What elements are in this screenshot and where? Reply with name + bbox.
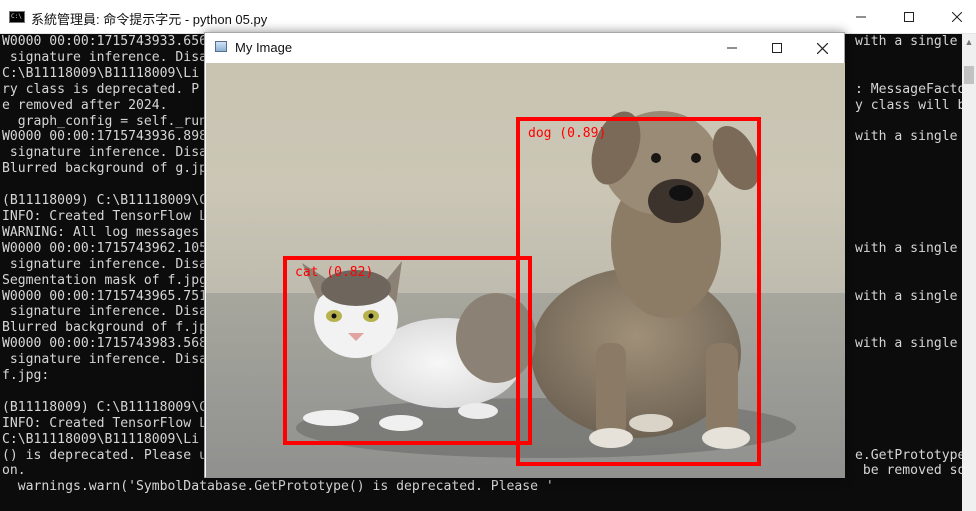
detection-box-cat: cat (0.82) <box>283 256 532 445</box>
console-maximize-button[interactable] <box>886 0 932 34</box>
detection-label-dog: dog (0.89) <box>528 126 607 141</box>
detection-label-cat: cat (0.82) <box>295 265 374 280</box>
minimize-icon <box>727 47 737 49</box>
image-window-title: My Image <box>235 40 293 55</box>
close-icon <box>952 12 962 22</box>
cmd-icon: C:\ <box>9 11 25 23</box>
image-maximize-button[interactable] <box>753 33 801 63</box>
console-scrollbar[interactable]: ▲ <box>962 34 976 511</box>
scroll-up-arrow-icon[interactable]: ▲ <box>962 34 976 50</box>
detection-image: cat (0.82) dog (0.89) <box>206 63 845 478</box>
image-close-button[interactable] <box>798 33 846 63</box>
maximize-icon <box>772 43 782 53</box>
console-close-button[interactable] <box>934 0 976 34</box>
image-window-icon <box>215 41 227 52</box>
scrollbar-thumb[interactable] <box>964 66 974 84</box>
console-text-right: with a single : MessageFacto y class wil… <box>855 34 962 479</box>
close-icon <box>816 42 828 54</box>
detection-box-dog: dog (0.89) <box>516 117 761 466</box>
console-title: 系統管理員: 命令提示字元 - python 05.py <box>31 12 268 27</box>
image-window[interactable]: My Image cat (0.82) dog (0.89) <box>204 32 845 478</box>
image-window-titlebar[interactable]: My Image <box>205 33 844 63</box>
console-minimize-button[interactable] <box>838 0 884 34</box>
console-titlebar[interactable]: C:\ 系統管理員: 命令提示字元 - python 05.py <box>0 0 976 34</box>
image-minimize-button[interactable] <box>708 33 756 63</box>
maximize-icon <box>904 12 914 22</box>
minimize-icon <box>856 16 866 18</box>
